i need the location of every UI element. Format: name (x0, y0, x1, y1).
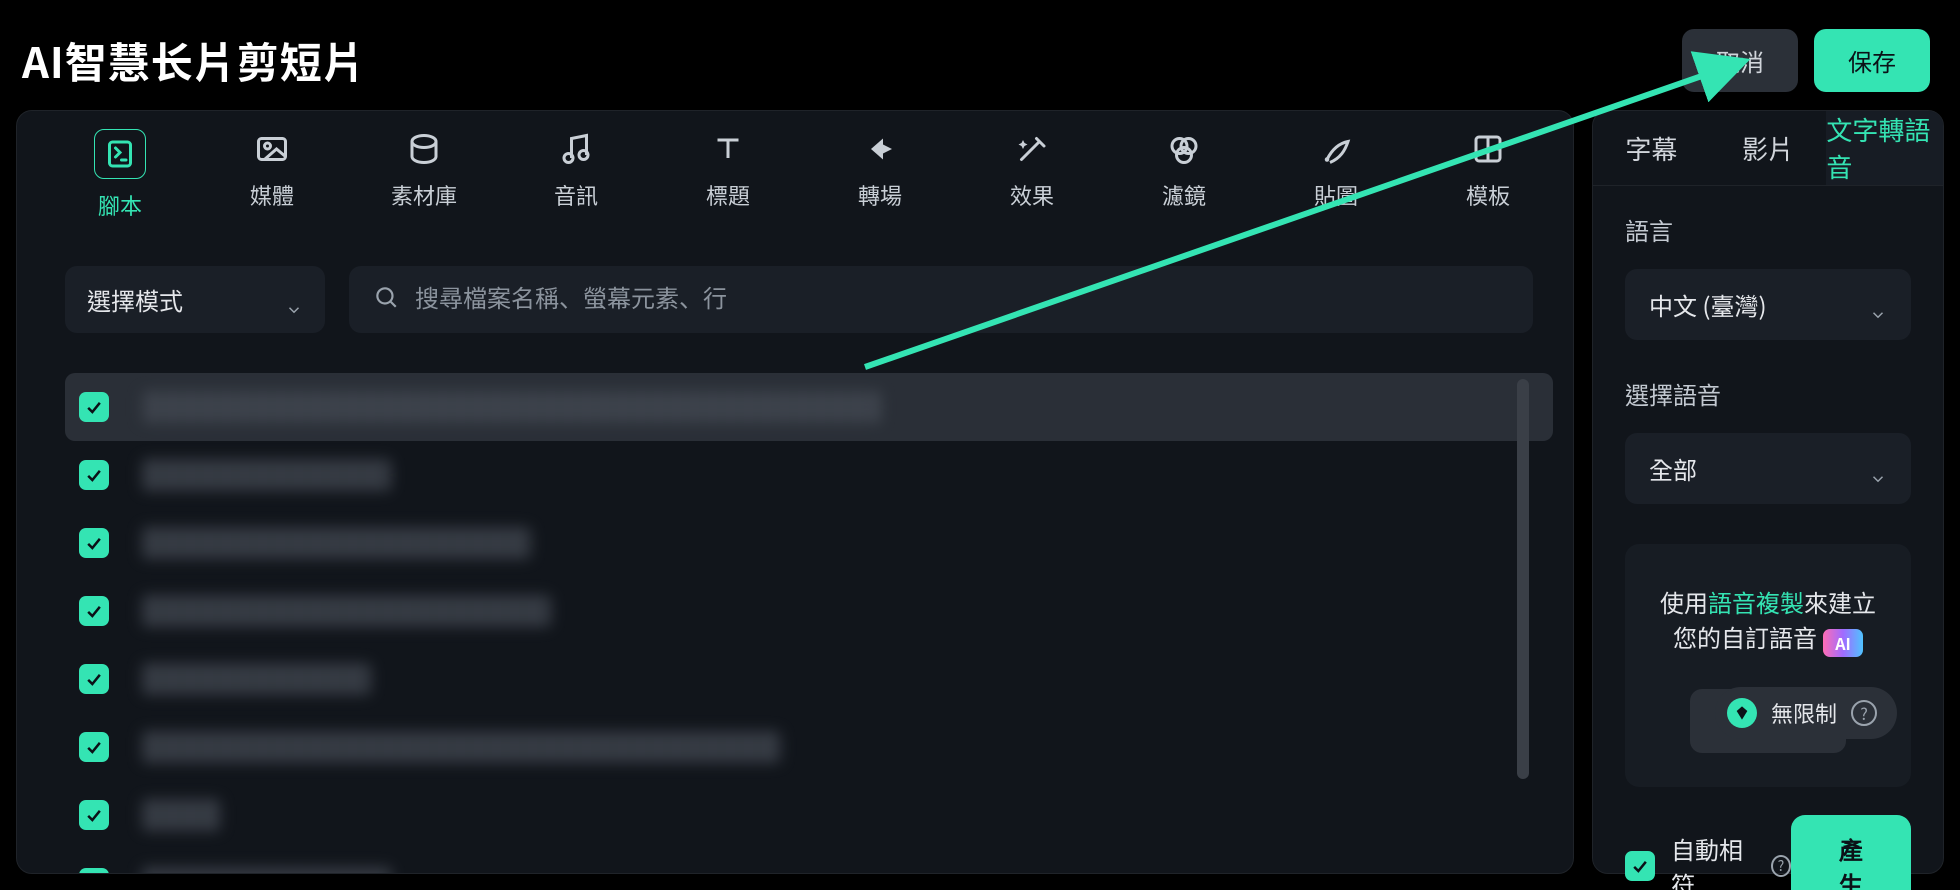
script-text-redacted (141, 663, 371, 695)
audio-icon (553, 129, 599, 169)
script-text-redacted (141, 867, 391, 873)
stock-icon (401, 129, 447, 169)
tool-script[interactable]: 腳本 (75, 129, 165, 221)
filter-icon (1161, 129, 1207, 169)
page-title: AI智慧长片剪短片 (22, 30, 366, 91)
row-checkbox[interactable] (79, 664, 109, 694)
tool-audio[interactable]: 音訊 (531, 129, 621, 221)
tool-label: 模板 (1466, 179, 1510, 211)
tab-video[interactable]: 影片 (1710, 111, 1827, 185)
select-mode-dropdown[interactable]: 選擇模式 (65, 266, 325, 333)
media-icon (249, 129, 295, 169)
row-checkbox[interactable] (79, 596, 109, 626)
promo-text-line: 使用語音複製來建立您的自訂語音AI (1653, 584, 1883, 657)
tool-stock[interactable]: 素材庫 (379, 129, 469, 221)
effect-icon (1009, 129, 1055, 169)
toolbar: 腳本 媒體 素材庫 音訊 標題 轉場 效果 濾鏡 貼圖 模板 (17, 111, 1573, 238)
row-checkbox[interactable] (79, 528, 109, 558)
tool-sticker[interactable]: 貼圖 (1291, 129, 1381, 221)
tab-subtitle[interactable]: 字幕 (1593, 111, 1710, 185)
title-icon (705, 129, 751, 169)
tool-label: 媒體 (250, 179, 294, 211)
row-checkbox[interactable] (79, 800, 109, 830)
script-row[interactable] (65, 849, 1553, 873)
save-button[interactable]: 保存 (1814, 29, 1930, 92)
voice-label: 選擇語音 (1625, 376, 1911, 411)
script-text-redacted (141, 731, 781, 763)
row-checkbox[interactable] (79, 392, 109, 422)
diamond-icon (1727, 698, 1757, 728)
tool-label: 效果 (1010, 179, 1054, 211)
voice-clone-link[interactable]: 語音複製 (1708, 584, 1804, 619)
tool-transition[interactable]: 轉場 (835, 129, 925, 221)
language-label: 語言 (1625, 212, 1911, 247)
search-icon (373, 284, 399, 315)
script-text-redacted (141, 391, 881, 423)
row-checkbox[interactable] (79, 868, 109, 873)
search-input[interactable] (415, 272, 1509, 328)
tool-label: 濾鏡 (1162, 179, 1206, 211)
tool-label: 貼圖 (1314, 179, 1358, 211)
script-row[interactable] (65, 373, 1553, 441)
sticker-icon (1313, 129, 1359, 169)
search-box[interactable] (349, 266, 1533, 333)
header-actions: 取消 保存 (1682, 29, 1930, 92)
controls-row: 選擇模式 (17, 238, 1573, 347)
tool-label: 素材庫 (391, 179, 457, 211)
tool-filter[interactable]: 濾鏡 (1139, 129, 1229, 221)
cancel-button[interactable]: 取消 (1682, 29, 1798, 92)
voice-clone-promo: 使用語音複製來建立您的自訂語音AI 複製語音 (1625, 544, 1911, 787)
script-row[interactable] (65, 645, 1553, 713)
chevron-down-icon (285, 291, 303, 309)
script-text-redacted (141, 799, 221, 831)
auto-fit-label: 自動相符 (1671, 831, 1755, 890)
language-value: 中文 (臺灣) (1649, 287, 1767, 322)
tool-template[interactable]: 模板 (1443, 129, 1533, 221)
auto-fit-row: 自動相符 ? (1625, 831, 1791, 890)
side-tabs: 字幕影片文字轉語音 (1593, 111, 1943, 186)
tool-label: 腳本 (98, 189, 142, 221)
tool-label: 音訊 (554, 179, 598, 211)
script-text-redacted (141, 527, 531, 559)
script-row[interactable] (65, 713, 1553, 781)
main-panel: 腳本 媒體 素材庫 音訊 標題 轉場 效果 濾鏡 貼圖 模板 選擇模式 (16, 110, 1574, 874)
generate-button[interactable]: 產生 (1791, 815, 1911, 890)
tool-effect[interactable]: 效果 (987, 129, 1077, 221)
template-icon (1465, 129, 1511, 169)
tool-media[interactable]: 媒體 (227, 129, 317, 221)
scrollbar-handle[interactable] (1517, 379, 1529, 779)
help-icon[interactable]: ? (1851, 700, 1877, 726)
chevron-down-icon (1869, 460, 1887, 478)
side-panel: 字幕影片文字轉語音 語言 中文 (臺灣) 選擇語音 全部 (1592, 110, 1944, 874)
help-icon[interactable]: ? (1771, 855, 1791, 877)
script-list (17, 347, 1573, 873)
script-icon (94, 129, 146, 179)
tool-label: 標題 (706, 179, 750, 211)
tab-tts[interactable]: 文字轉語音 (1826, 111, 1943, 185)
unlimited-pill[interactable]: 無限制 ? (1715, 687, 1897, 739)
script-row[interactable] (65, 577, 1553, 645)
transition-icon (857, 129, 903, 169)
row-checkbox[interactable] (79, 732, 109, 762)
voice-value: 全部 (1649, 451, 1697, 486)
language-dropdown[interactable]: 中文 (臺灣) (1625, 269, 1911, 340)
side-footer: 自動相符 ? 產生 (1593, 795, 1943, 890)
chevron-down-icon (1869, 296, 1887, 314)
app-header: AI智慧长片剪短片 取消 保存 (0, 10, 1960, 110)
tool-label: 轉場 (858, 179, 902, 211)
tool-title[interactable]: 標題 (683, 129, 773, 221)
auto-fit-checkbox[interactable] (1625, 851, 1655, 881)
select-mode-label: 選擇模式 (87, 282, 183, 317)
ai-badge: AI (1823, 629, 1863, 657)
unlimited-label: 無限制 (1771, 697, 1837, 729)
script-text-redacted (141, 459, 391, 491)
script-row[interactable] (65, 441, 1553, 509)
voice-dropdown[interactable]: 全部 (1625, 433, 1911, 504)
script-row[interactable] (65, 509, 1553, 577)
row-checkbox[interactable] (79, 460, 109, 490)
script-row[interactable] (65, 781, 1553, 849)
script-text-redacted (141, 595, 551, 627)
